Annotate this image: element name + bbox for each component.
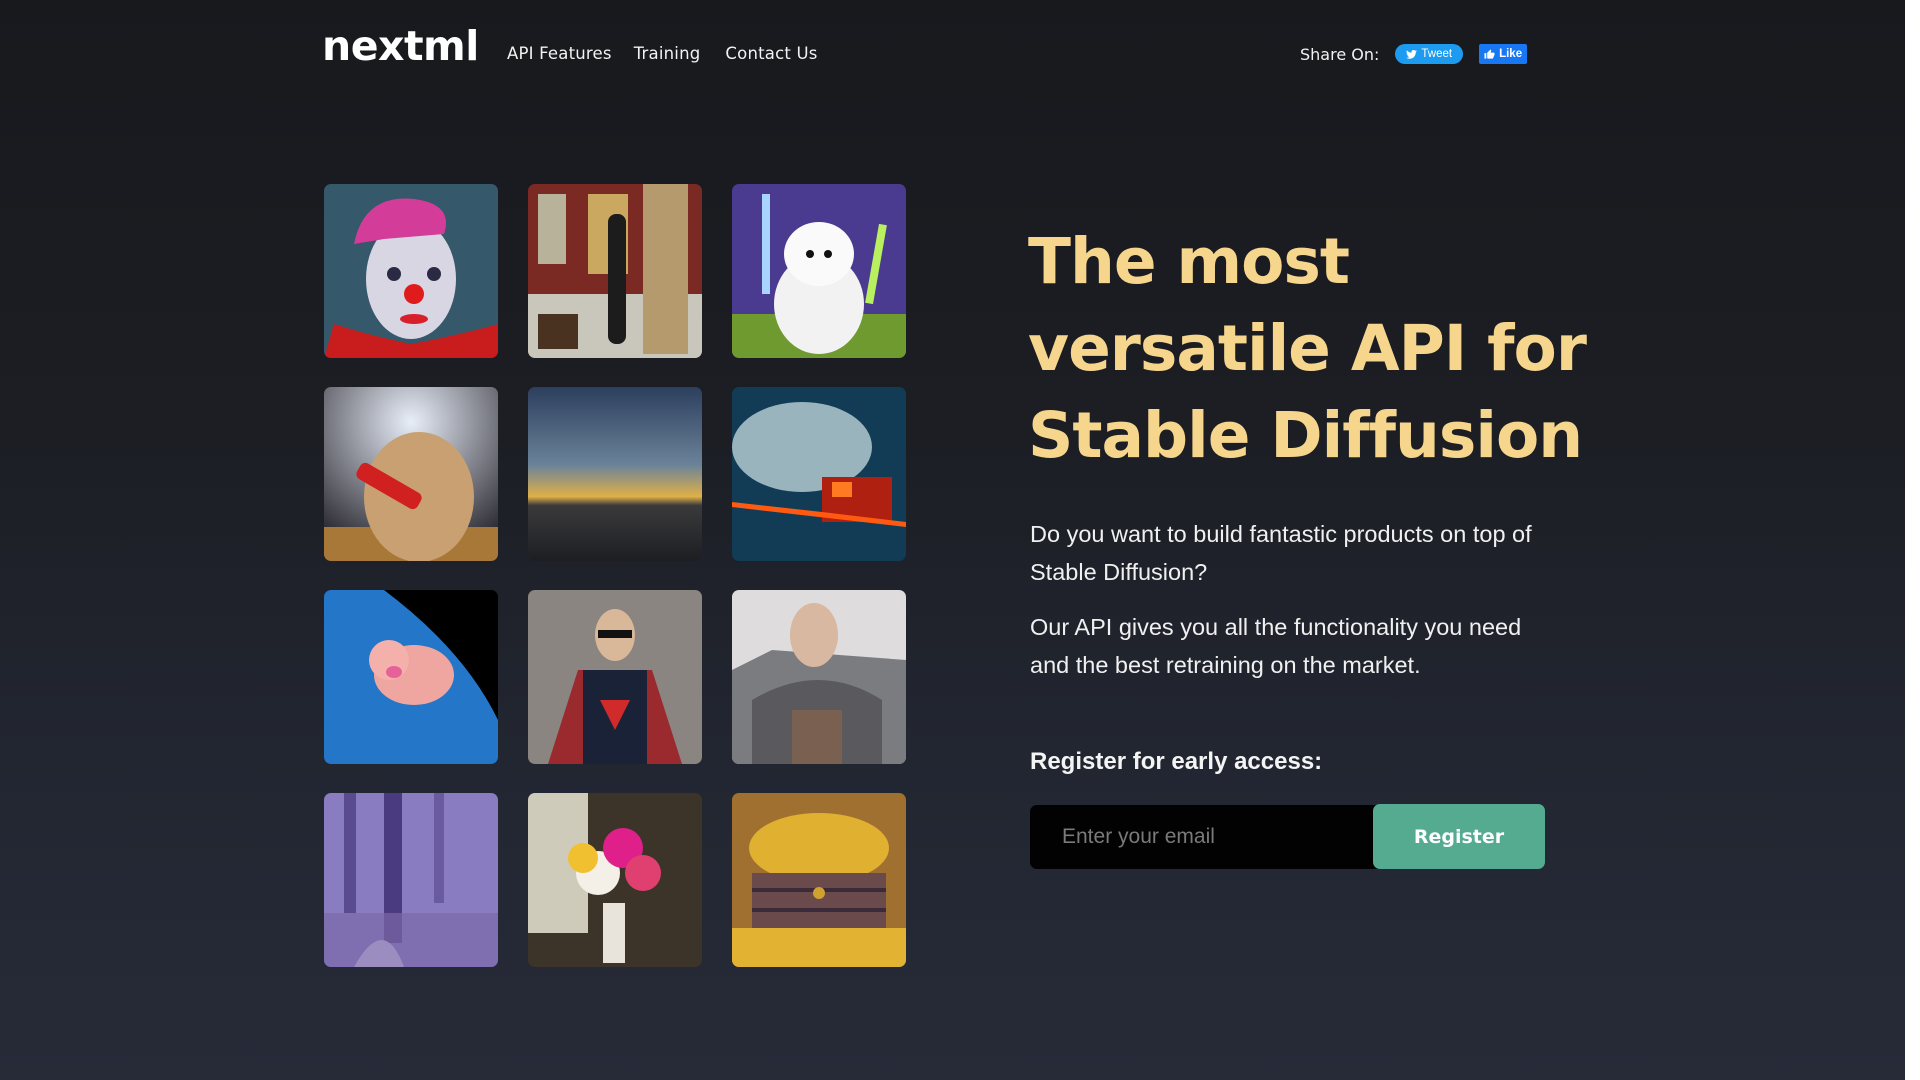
like-label: Like [1499, 48, 1523, 60]
gallery-image-sea-sunset [528, 387, 702, 561]
nav-api-features[interactable]: API Features [507, 44, 612, 63]
gallery-image-hamster-dynamite [324, 387, 498, 561]
tweet-label: Tweet [1421, 48, 1453, 60]
email-input[interactable] [1030, 805, 1410, 869]
facebook-like-button[interactable]: Like [1479, 44, 1528, 64]
gallery-image-superman-street [528, 590, 702, 764]
gallery-image-futuristic-city [324, 793, 498, 967]
gallery-image-flower-bouquet [528, 793, 702, 967]
register-label: Register for early access: [1030, 748, 1323, 775]
share-bar: Share On: Tweet Like [1300, 44, 1528, 64]
register-button[interactable]: Register [1373, 804, 1545, 869]
hero-paragraph-1: Do you want to build fantastic products … [1030, 521, 1532, 585]
hero-headline: The most versatile API for Stable Diffus… [1028, 225, 1587, 472]
share-label: Share On: [1300, 44, 1380, 64]
nav-contact-us[interactable]: Contact Us [725, 44, 817, 63]
gallery-image-armored-warrior [732, 590, 906, 764]
tweet-button[interactable]: Tweet [1395, 44, 1464, 64]
logo[interactable]: nextml [322, 22, 479, 70]
hero-paragraph-2: Our API gives you all the functionality … [1030, 614, 1522, 678]
scrollbar[interactable] [1905, 0, 1920, 1080]
twitter-bird-icon [1406, 49, 1418, 59]
gallery-image-surreal-interior [528, 184, 702, 358]
gallery-image-clown-portrait [324, 184, 498, 358]
page: nextml API Features Training Contact Us … [0, 0, 1905, 1080]
nav-training[interactable]: Training [634, 44, 701, 63]
main-nav: API Features Training Contact Us [507, 44, 818, 63]
gallery-image-treasure-chest [732, 793, 906, 967]
thumbs-up-icon [1484, 48, 1495, 59]
gallery-image-burning-firetruck [732, 387, 906, 561]
gallery-image-westie-lightsabers [732, 184, 906, 358]
gallery-image-pig-in-space [324, 590, 498, 764]
image-gallery [324, 184, 906, 967]
